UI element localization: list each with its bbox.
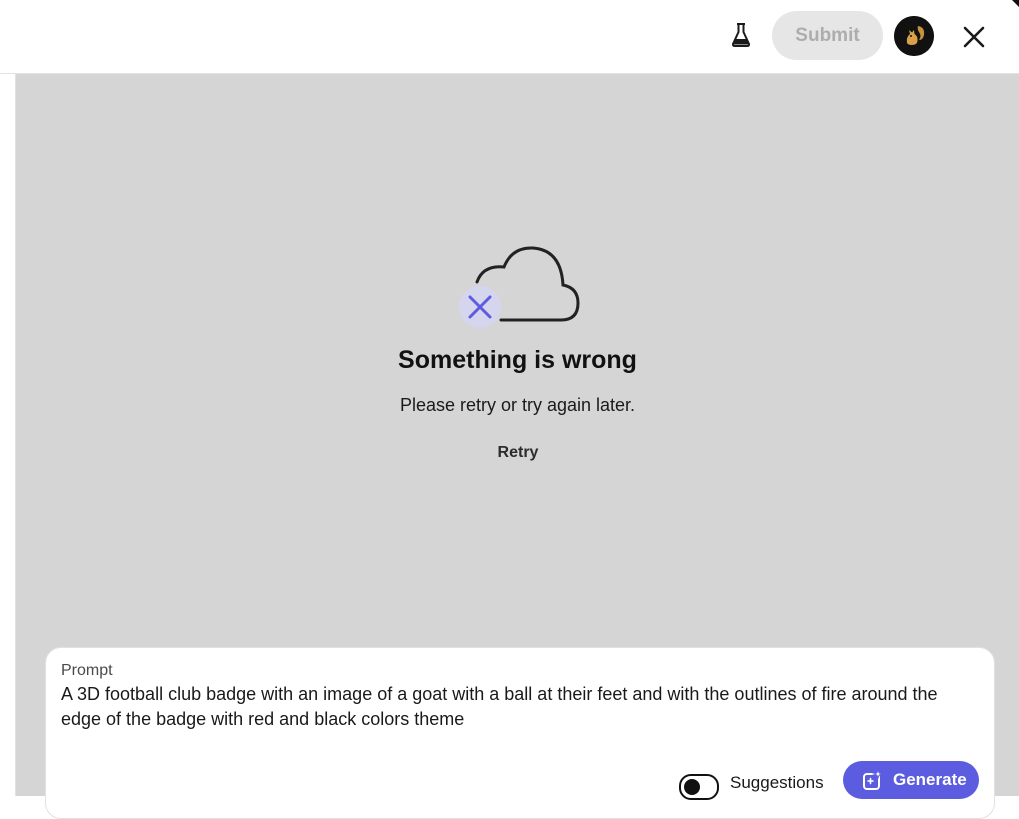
prompt-panel: Prompt A 3D football club badge with an …: [45, 647, 995, 819]
error-title: Something is wrong: [398, 346, 637, 374]
cloud-error-icon: [457, 244, 583, 334]
retry-button[interactable]: Retry: [488, 440, 548, 466]
error-message: Please retry or try again later.: [399, 395, 636, 415]
squirrel-avatar-icon: [894, 16, 934, 56]
suggestions-label: Suggestions: [730, 773, 824, 792]
generate-sparkle-icon: [862, 768, 885, 791]
left-rail: [0, 74, 16, 796]
window-corner: [1012, 0, 1019, 7]
prompt-label: Prompt: [61, 662, 113, 679]
generate-label: Generate: [893, 770, 967, 789]
toggle-knob: [684, 779, 700, 795]
flask-icon[interactable]: [726, 20, 756, 50]
generate-button[interactable]: Generate: [843, 761, 979, 799]
submit-button[interactable]: Submit: [772, 11, 883, 60]
close-icon[interactable]: [958, 21, 990, 53]
top-header: Submit: [0, 0, 1019, 74]
avatar[interactable]: [894, 16, 934, 56]
error-x-icon: [459, 286, 501, 328]
prompt-input[interactable]: A 3D football club badge with an image o…: [61, 682, 981, 732]
suggestions-toggle[interactable]: [679, 774, 719, 800]
